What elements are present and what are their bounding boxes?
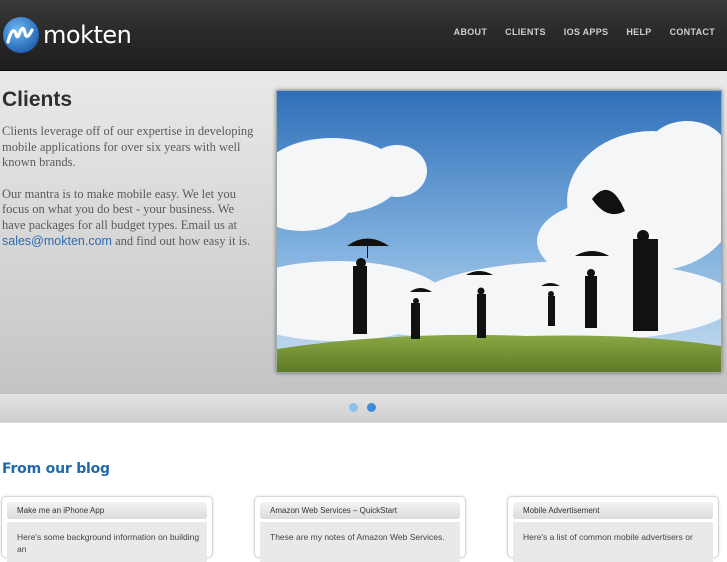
blog-section-title: From our blog (2, 461, 110, 477)
blog-card-excerpt: Here's a list of common mobile advertise… (513, 522, 713, 562)
businessmen-umbrellas-photo (277, 91, 721, 372)
slider-pagination (0, 393, 727, 423)
site-header: mokten ABOUT CLIENTS IOS APPS HELP CONTA… (0, 0, 727, 71)
blog-card-title[interactable]: Make me an iPhone App (7, 502, 207, 519)
nav-about[interactable]: ABOUT (454, 27, 488, 37)
hero-paragraph-2: Our mantra is to make mobile easy. We le… (2, 187, 254, 249)
blog-card[interactable]: Make me an iPhone App Here's some backgr… (1, 496, 213, 562)
blog-card-title[interactable]: Mobile Advertisement (513, 502, 713, 519)
blog-card-excerpt: These are my notes of Amazon Web Service… (260, 522, 460, 562)
slider-dot-1[interactable] (349, 403, 358, 412)
hero-paragraph-2-text: Our mantra is to make mobile easy. We le… (2, 186, 237, 232)
hero-description: Clients leverage off of our expertise in… (2, 124, 254, 265)
blog-card-excerpt: Here's some background information on bu… (7, 522, 207, 562)
blog-card[interactable]: Amazon Web Services – QuickStart These a… (254, 496, 466, 562)
nav-help[interactable]: HELP (626, 27, 651, 37)
hero-image (276, 90, 722, 373)
sales-email-link[interactable]: sales@mokten.com (2, 234, 112, 248)
logo[interactable]: mokten (2, 15, 132, 55)
nav-clients[interactable]: CLIENTS (505, 27, 546, 37)
blog-card-title[interactable]: Amazon Web Services – QuickStart (260, 502, 460, 519)
nav-ios-apps[interactable]: IOS APPS (564, 27, 609, 37)
logo-text: mokten (43, 21, 132, 49)
mokten-logo-icon (3, 17, 39, 53)
hero-section: Clients Clients leverage off of our expe… (0, 71, 727, 393)
blog-card[interactable]: Mobile Advertisement Here's a list of co… (507, 496, 719, 562)
main-nav: ABOUT CLIENTS IOS APPS HELP CONTACT (436, 27, 715, 37)
hero-paragraph-2-end: and find out how easy it is. (111, 233, 251, 248)
slider-dot-2[interactable] (367, 403, 376, 412)
page-title: Clients (2, 88, 73, 111)
nav-contact[interactable]: CONTACT (670, 27, 715, 37)
hero-paragraph-1: Clients leverage off of our expertise in… (2, 124, 254, 170)
